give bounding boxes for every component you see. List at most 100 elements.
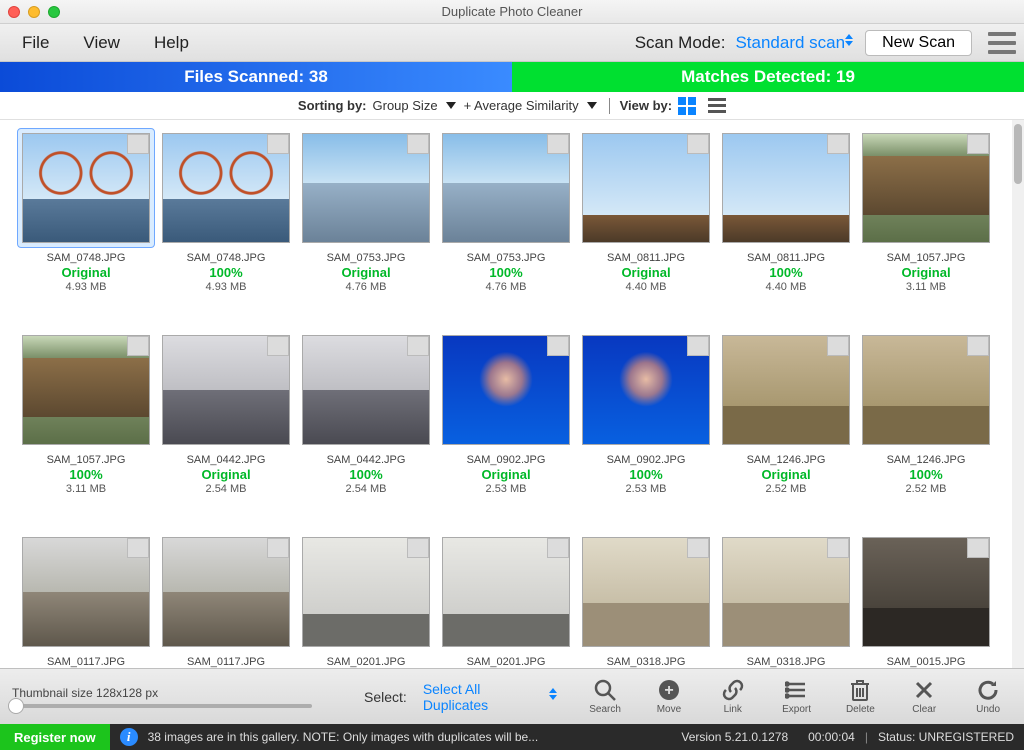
window-title: Duplicate Photo Cleaner	[0, 4, 1024, 19]
files-scanned-label: Files Scanned: 38	[0, 62, 512, 92]
link-button[interactable]: Link	[709, 678, 757, 715]
thumbnail-image[interactable]	[162, 537, 290, 647]
thumbnail-checkbox[interactable]	[967, 538, 989, 558]
thumbnail-image[interactable]	[862, 335, 990, 445]
thumbnail-card[interactable]: SAM_0117.JPG	[157, 532, 295, 668]
thumbnail-card[interactable]: SAM_0318.JPG	[717, 532, 855, 668]
thumbnail-image[interactable]	[302, 335, 430, 445]
thumbnail-checkbox[interactable]	[687, 538, 709, 558]
thumbnail-image[interactable]	[582, 335, 710, 445]
thumbnail-checkbox[interactable]	[827, 538, 849, 558]
thumbnail-card[interactable]: SAM_0442.JPGOriginal2.54 MB	[157, 330, 295, 528]
export-button[interactable]: Export	[773, 678, 821, 715]
matches-detected-label: Matches Detected: 19	[512, 62, 1024, 92]
thumbnail-image[interactable]	[22, 335, 150, 445]
thumbnail-card[interactable]: SAM_0753.JPGOriginal4.76 MB	[297, 128, 435, 326]
thumbnail-image[interactable]	[22, 537, 150, 647]
thumbnail-image[interactable]	[722, 335, 850, 445]
scrollbar[interactable]	[1012, 120, 1024, 668]
thumbnail-card[interactable]: SAM_0748.JPGOriginal4.93 MB	[17, 128, 155, 326]
thumbnail-size: 2.53 MB	[626, 483, 667, 495]
thumbnail-checkbox[interactable]	[547, 134, 569, 154]
thumbnail-card[interactable]: SAM_0811.JPG100%4.40 MB	[717, 128, 855, 326]
undo-button[interactable]: Undo	[964, 678, 1012, 715]
thumbnail-status: 100%	[209, 265, 242, 280]
thumbnail-checkbox[interactable]	[127, 134, 149, 154]
thumbnail-size: 4.40 MB	[626, 281, 667, 293]
thumbnail-image[interactable]	[302, 537, 430, 647]
thumbnail-size-label: Thumbnail size 128x128 px	[12, 686, 332, 700]
thumbnail-card[interactable]: SAM_0318.JPG	[577, 532, 715, 668]
thumbnail-image[interactable]	[722, 133, 850, 243]
new-scan-button[interactable]: New Scan	[865, 30, 972, 56]
thumbnail-card[interactable]: SAM_0902.JPG100%2.53 MB	[577, 330, 715, 528]
thumbnail-card[interactable]: SAM_0753.JPG100%4.76 MB	[437, 128, 575, 326]
thumbnail-card[interactable]: SAM_0902.JPGOriginal2.53 MB	[437, 330, 575, 528]
menubar: File View Help Scan Mode: Standard scan …	[0, 24, 1024, 62]
thumbnail-card[interactable]: SAM_1246.JPGOriginal2.52 MB	[717, 330, 855, 528]
thumbnail-filename: SAM_0117.JPG	[47, 656, 125, 668]
search-button[interactable]: Search	[581, 678, 629, 715]
thumbnail-image[interactable]	[862, 537, 990, 647]
thumbnail-checkbox[interactable]	[827, 134, 849, 154]
thumbnail-card[interactable]: SAM_1057.JPGOriginal3.11 MB	[857, 128, 995, 326]
thumbnail-status: Original	[201, 467, 250, 482]
thumbnail-image[interactable]	[22, 133, 150, 243]
thumbnail-card[interactable]: SAM_0201.JPG	[437, 532, 575, 668]
view-grid-icon[interactable]	[678, 97, 696, 115]
thumbnail-checkbox[interactable]	[547, 336, 569, 356]
thumbnail-image[interactable]	[302, 133, 430, 243]
menu-view[interactable]: View	[69, 29, 134, 57]
thumbnail-checkbox[interactable]	[967, 134, 989, 154]
view-by-label: View by:	[620, 98, 673, 113]
thumbnail-checkbox[interactable]	[967, 336, 989, 356]
thumbnail-filename: SAM_0117.JPG	[187, 656, 265, 668]
move-button[interactable]: + Move	[645, 678, 693, 715]
thumbnail-size-slider[interactable]	[12, 704, 312, 708]
thumbnail-image[interactable]	[162, 133, 290, 243]
thumbnail-image[interactable]	[442, 537, 570, 647]
sort-avg-dropdown-icon[interactable]	[587, 102, 597, 109]
elapsed-time: 00:00:04	[808, 730, 855, 744]
thumbnail-card[interactable]: SAM_1057.JPG100%3.11 MB	[17, 330, 155, 528]
thumbnail-checkbox[interactable]	[547, 538, 569, 558]
thumbnail-card[interactable]: SAM_0201.JPG	[297, 532, 435, 668]
thumbnail-checkbox[interactable]	[687, 134, 709, 154]
thumbnail-card[interactable]: SAM_1246.JPG100%2.52 MB	[857, 330, 995, 528]
thumbnail-card[interactable]: SAM_0748.JPG100%4.93 MB	[157, 128, 295, 326]
thumbnail-image[interactable]	[442, 335, 570, 445]
thumbnail-checkbox[interactable]	[267, 134, 289, 154]
thumbnail-checkbox[interactable]	[127, 336, 149, 356]
thumbnail-checkbox[interactable]	[407, 336, 429, 356]
clear-button[interactable]: Clear	[900, 678, 948, 715]
sort-group-size[interactable]: Group Size	[373, 98, 438, 113]
info-icon[interactable]: i	[120, 728, 138, 746]
hamburger-icon[interactable]	[988, 32, 1016, 54]
menu-file[interactable]: File	[8, 29, 63, 57]
thumbnail-checkbox[interactable]	[827, 336, 849, 356]
thumbnail-image[interactable]	[442, 133, 570, 243]
thumbnail-checkbox[interactable]	[407, 134, 429, 154]
thumbnail-card[interactable]: SAM_0442.JPG100%2.54 MB	[297, 330, 435, 528]
thumbnail-checkbox[interactable]	[687, 336, 709, 356]
thumbnail-image[interactable]	[862, 133, 990, 243]
thumbnail-card[interactable]: SAM_0811.JPGOriginal4.40 MB	[577, 128, 715, 326]
thumbnail-card[interactable]: SAM_0015.JPG	[857, 532, 995, 668]
thumbnail-image[interactable]	[162, 335, 290, 445]
register-now-button[interactable]: Register now	[0, 724, 110, 750]
view-list-icon[interactable]	[708, 97, 726, 115]
thumbnail-image[interactable]	[582, 133, 710, 243]
thumbnail-image[interactable]	[582, 537, 710, 647]
thumbnail-image[interactable]	[722, 537, 850, 647]
sort-group-dropdown-icon[interactable]	[446, 102, 456, 109]
menu-help[interactable]: Help	[140, 29, 203, 57]
delete-button[interactable]: Delete	[837, 678, 885, 715]
thumbnail-checkbox[interactable]	[407, 538, 429, 558]
thumbnail-checkbox[interactable]	[267, 336, 289, 356]
thumbnail-checkbox[interactable]	[267, 538, 289, 558]
thumbnail-card[interactable]: SAM_0117.JPG	[17, 532, 155, 668]
sort-avg-similarity[interactable]: + Average Similarity	[464, 98, 579, 113]
select-duplicates-dropdown[interactable]: Select All Duplicates	[423, 681, 553, 713]
thumbnail-checkbox[interactable]	[127, 538, 149, 558]
scan-mode-selector[interactable]: Standard scan	[735, 33, 849, 53]
